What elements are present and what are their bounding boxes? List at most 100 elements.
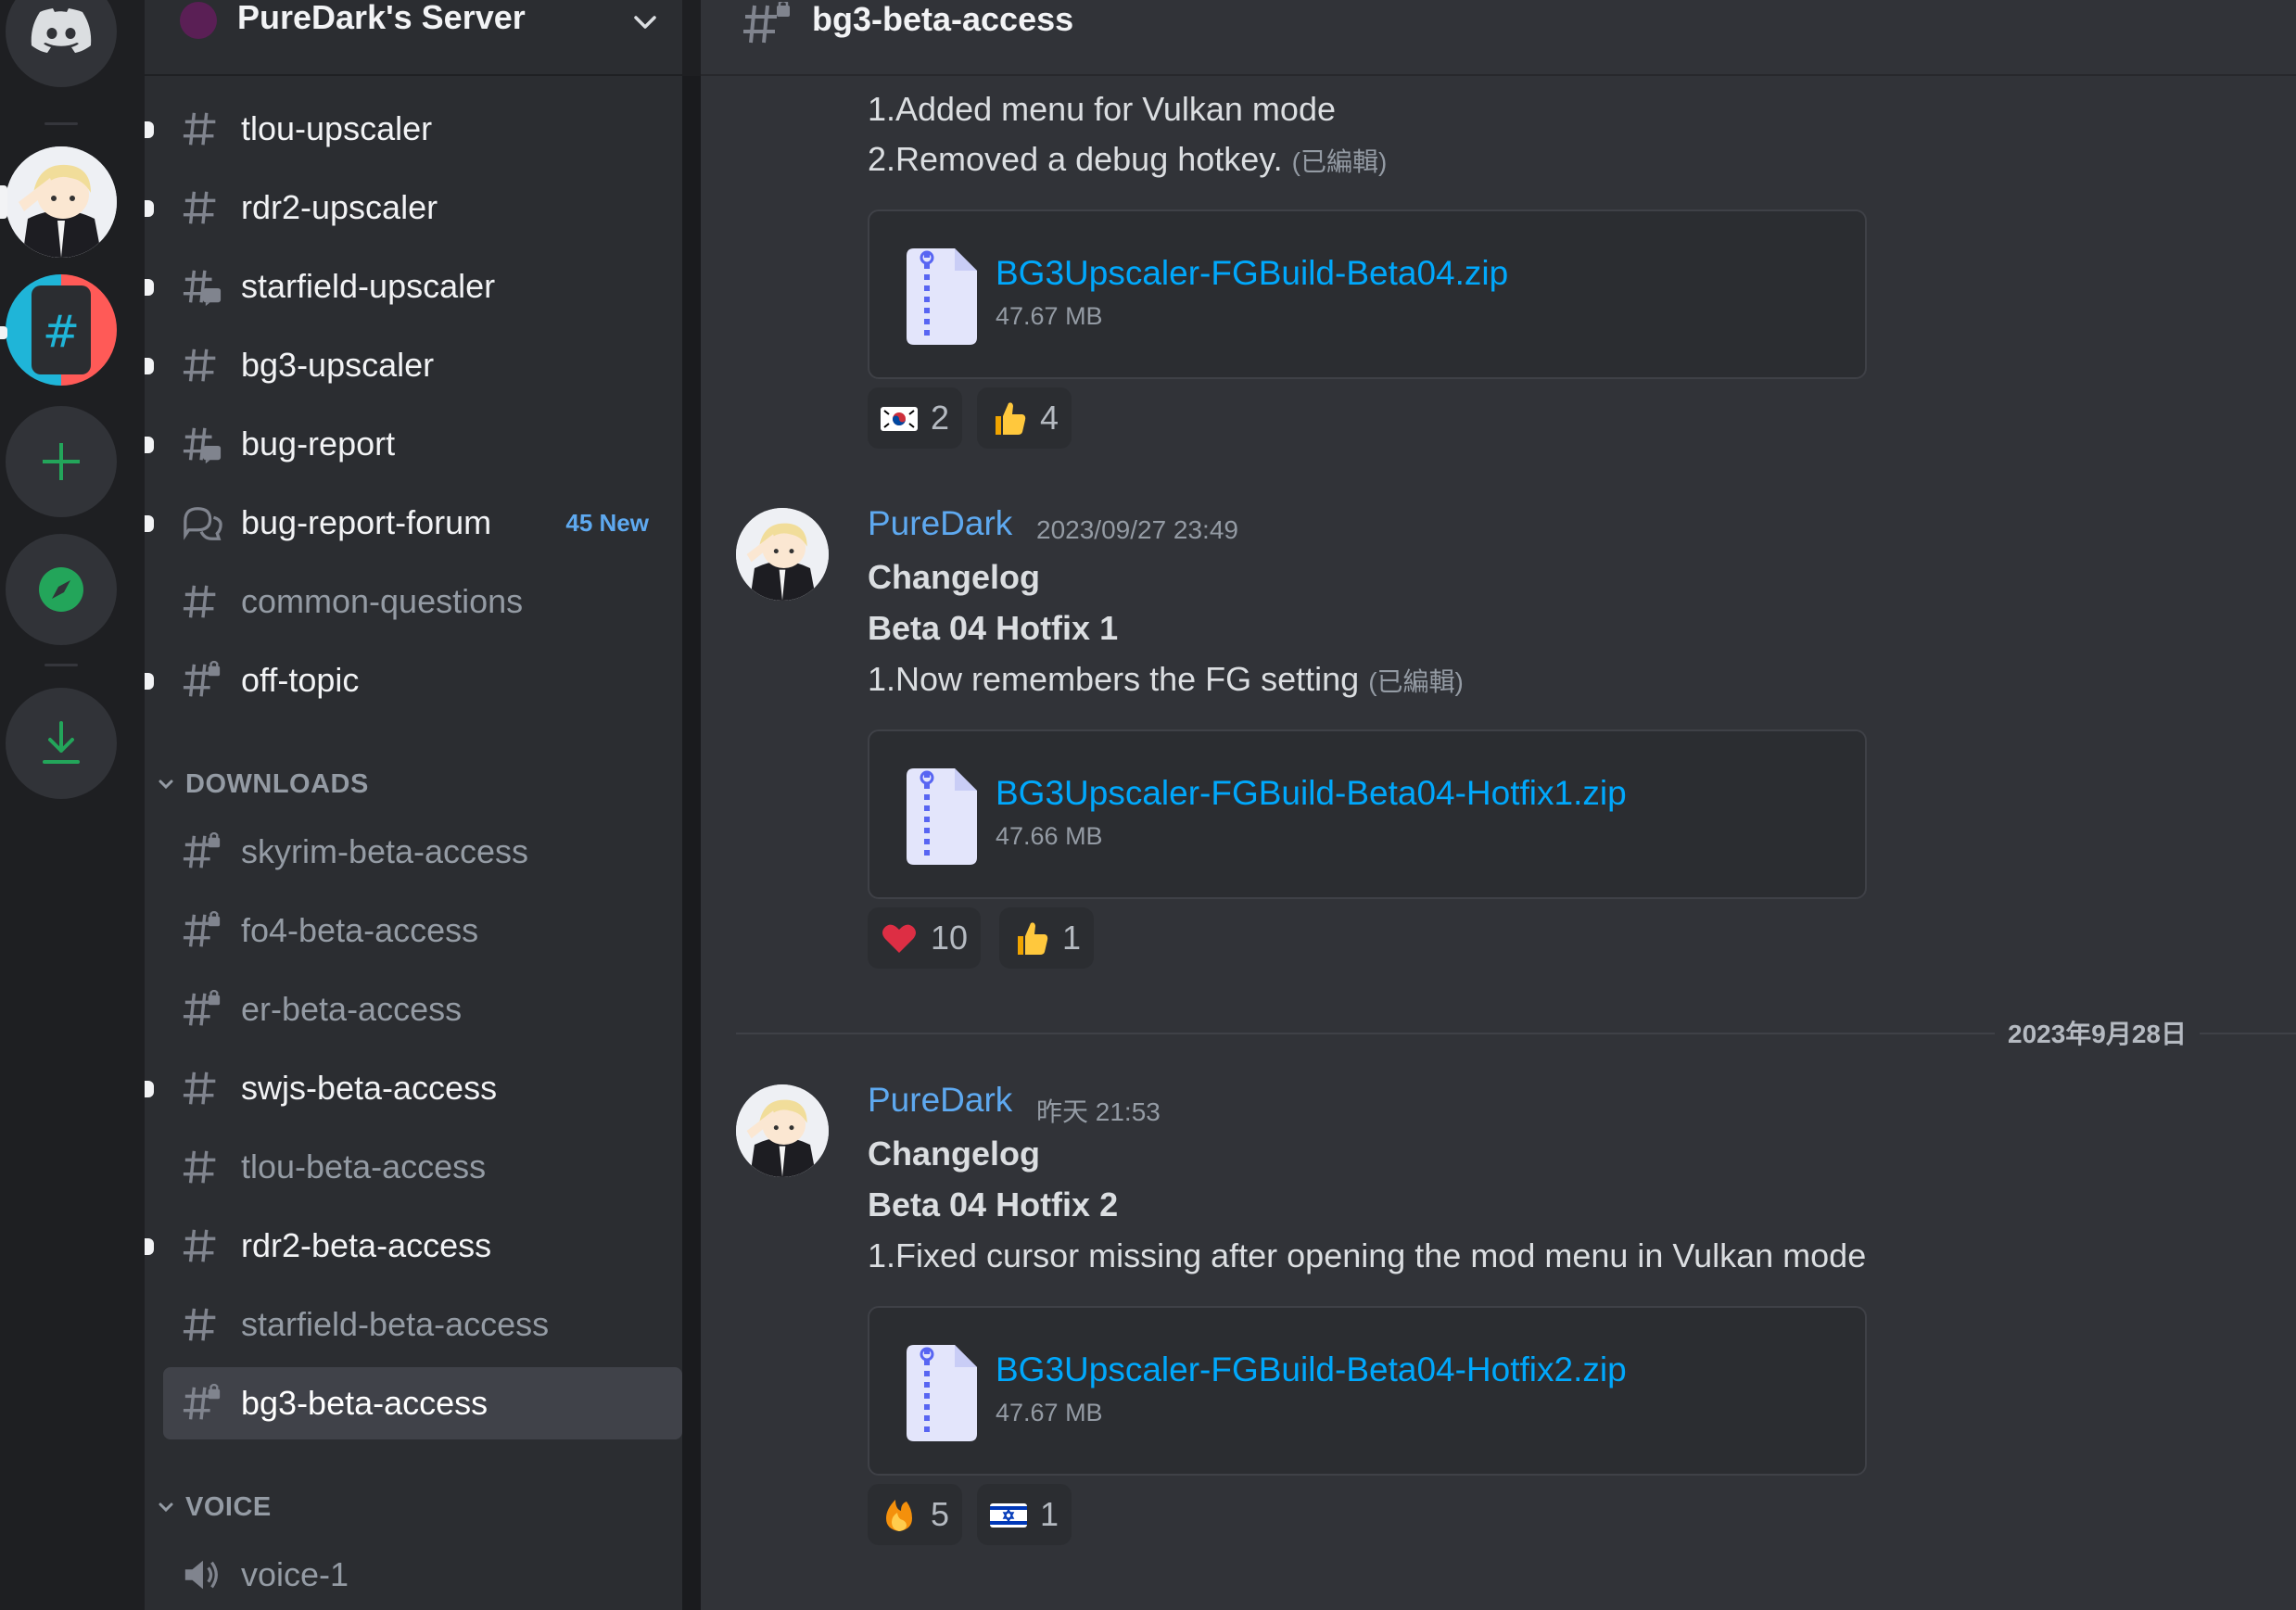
explore-servers-button[interactable] — [6, 534, 117, 645]
channel-voice-1[interactable]: voice-1 — [163, 1539, 682, 1610]
category-downloads[interactable]: DOWNLOADS — [154, 766, 369, 803]
channel-label: voice-1 — [241, 1555, 349, 1593]
chevron-down-icon[interactable] — [627, 4, 664, 41]
hash-icon — [183, 112, 216, 146]
channel-starfield-upscaler[interactable]: starfield-upscaler — [145, 250, 682, 323]
reaction-red-heart[interactable]: 10 — [868, 907, 982, 969]
discord-logo-icon — [31, 8, 92, 53]
message-area: bg3-beta-access 1.Added menu for Vulkan … — [701, 0, 2296, 1610]
zip-file-icon — [907, 768, 977, 865]
flag-south-korea-icon — [881, 407, 918, 431]
hash-lock-icon — [183, 911, 221, 947]
channel-swjs-beta-access[interactable]: swjs-beta-access — [145, 1052, 682, 1124]
anime-avatar-icon — [736, 508, 829, 601]
reaction-count: 1 — [1062, 919, 1082, 957]
message-title: Changelog — [868, 558, 1040, 596]
hash-icon — [183, 585, 216, 618]
unread-indicator — [145, 515, 154, 532]
channel-rdr2-upscaler[interactable]: rdr2-upscaler — [145, 171, 682, 244]
channel-label: starfield-beta-access — [241, 1305, 550, 1343]
download-apps-button[interactable] — [6, 688, 117, 799]
split-hash-server-icon: # — [6, 274, 117, 386]
hash-icon — [183, 1071, 216, 1105]
reaction-count: 5 — [931, 1495, 950, 1533]
author-avatar[interactable] — [736, 508, 829, 601]
file-attachment[interactable]: BG3Upscaler-FGBuild-Beta04-Hotfix2.zip 4… — [868, 1306, 1867, 1476]
author-name[interactable]: PureDark — [868, 504, 1012, 543]
new-posts-badge: 45 New — [565, 509, 649, 537]
discord-home-button[interactable] — [6, 0, 117, 87]
sidebar-scrollbar[interactable] — [682, 76, 701, 1610]
author-avatar[interactable] — [736, 1084, 829, 1177]
server-puredark[interactable] — [6, 146, 117, 258]
reaction-flag-south-korea[interactable]: 2 — [868, 387, 963, 449]
server-header[interactable]: PureDark's Server — [145, 0, 682, 76]
reaction-fire[interactable]: 5 — [868, 1484, 963, 1545]
flag-israel-icon — [990, 1503, 1027, 1528]
file-link[interactable]: BG3Upscaler-FGBuild-Beta04-Hotfix1.zip — [996, 774, 1627, 813]
compass-icon — [39, 567, 83, 612]
file-link[interactable]: BG3Upscaler-FGBuild-Beta04-Hotfix2.zip — [996, 1350, 1627, 1389]
reaction-count: 1 — [1040, 1495, 1059, 1533]
hash-icon — [183, 1229, 216, 1262]
message-subtitle: Beta 04 Hotfix 1 — [868, 609, 1119, 647]
channel-label: tlou-upscaler — [241, 109, 433, 147]
channel-skyrim-beta-access[interactable]: skyrim-beta-access — [163, 816, 682, 888]
file-attachment[interactable]: BG3Upscaler-FGBuild-Beta04.zip 47.67 MB — [868, 209, 1867, 379]
message-line: 1.Fixed cursor missing after opening the… — [868, 1236, 1867, 1274]
channel-label: skyrim-beta-access — [241, 832, 529, 870]
message-line: 1.Added menu for Vulkan mode — [868, 90, 1336, 128]
file-link[interactable]: BG3Upscaler-FGBuild-Beta04.zip — [996, 254, 1508, 293]
file-size: 47.66 MB — [996, 822, 1103, 850]
unread-indicator — [145, 1081, 154, 1097]
channel-bg3-upscaler[interactable]: bg3-upscaler — [145, 329, 682, 401]
channel-common-questions[interactable]: common-questions — [163, 565, 682, 638]
reaction-thumbs-up[interactable]: 4 — [977, 387, 1072, 449]
server-selected-pill — [0, 185, 7, 219]
channel-label: off-topic — [241, 661, 360, 699]
channel-label: bg3-upscaler — [241, 346, 435, 384]
channel-label: bg3-beta-access — [241, 1384, 488, 1422]
channel-er-beta-access[interactable]: er-beta-access — [163, 973, 682, 1046]
category-label: DOWNLOADS — [185, 768, 369, 799]
channel-off-topic[interactable]: off-topic — [145, 644, 682, 716]
thumbs-up-icon — [996, 402, 1026, 435]
channel-fo4-beta-access[interactable]: fo4-beta-access — [163, 894, 682, 967]
channel-label: swjs-beta-access — [241, 1069, 498, 1107]
category-label: VOICE — [185, 1491, 272, 1522]
channel-rdr2-beta-access[interactable]: rdr2-beta-access — [145, 1210, 682, 1282]
reaction-count: 10 — [931, 919, 969, 957]
channel-bug-report-forum[interactable]: bug-report-forum 45 New — [145, 487, 682, 559]
channel-tlou-upscaler[interactable]: tlou-upscaler — [145, 93, 682, 165]
channel-bg3-beta-access[interactable]: bg3-beta-access — [163, 1367, 682, 1439]
anime-avatar-icon — [6, 146, 117, 258]
channel-label: fo4-beta-access — [241, 911, 479, 949]
hash-icon — [183, 1150, 216, 1184]
channel-starfield-beta-access[interactable]: starfield-beta-access — [163, 1288, 682, 1361]
unread-indicator — [145, 121, 154, 138]
unread-indicator — [145, 358, 154, 374]
hash-icon — [183, 191, 216, 224]
hash-lock-icon — [183, 990, 221, 1026]
edited-marker: (已編輯) — [1368, 667, 1464, 696]
file-size: 47.67 MB — [996, 1399, 1103, 1426]
category-voice[interactable]: VOICE — [154, 1489, 272, 1526]
date-divider-label: 2023年9月28日 — [1995, 1014, 2201, 1051]
server-hashtag[interactable]: # — [6, 274, 117, 386]
message-title: Changelog — [868, 1135, 1040, 1173]
channel-bug-report[interactable]: bug-report — [145, 408, 682, 480]
file-size: 47.67 MB — [996, 302, 1103, 330]
channel-label: bug-report — [241, 425, 396, 463]
channel-tlou-beta-access[interactable]: tlou-beta-access — [163, 1131, 682, 1203]
author-name[interactable]: PureDark — [868, 1081, 1012, 1120]
message-text: 2.Removed a debug hotkey. — [868, 140, 1283, 178]
unread-indicator — [145, 437, 154, 453]
add-server-button[interactable] — [6, 406, 117, 517]
reaction-count: 4 — [1040, 399, 1059, 437]
reaction-flag-israel[interactable]: 1 — [977, 1484, 1072, 1545]
fire-icon — [886, 1500, 912, 1531]
reaction-thumbs-up[interactable]: 1 — [999, 907, 1095, 969]
file-attachment[interactable]: BG3Upscaler-FGBuild-Beta04-Hotfix1.zip 4… — [868, 729, 1867, 899]
hash-lock-icon — [183, 1384, 221, 1420]
rail-separator — [44, 664, 78, 666]
